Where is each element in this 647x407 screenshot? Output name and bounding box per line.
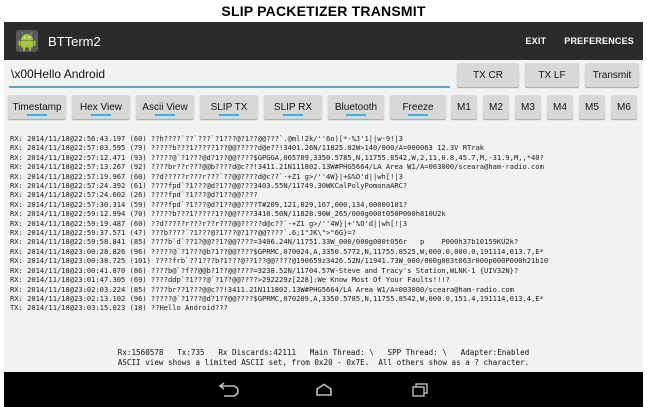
macro-m6-label: M6	[617, 101, 631, 113]
macro-m4-button[interactable]: M4	[547, 95, 573, 119]
ascii-view-toggle[interactable]: Ascii View	[136, 95, 194, 119]
slip-tx-label: SLIP TX	[210, 101, 248, 113]
message-input[interactable]	[9, 62, 450, 88]
macro-m5-button[interactable]: M5	[579, 95, 605, 119]
recents-icon[interactable]	[407, 382, 433, 398]
toggle-indicator	[155, 114, 175, 116]
log-line: RX: 2014/11/18@22:59:58.841 (85) ????b`d…	[10, 237, 519, 247]
log-line: RX: 2014/11/18@22:57:24.392 (61) ????fpd…	[10, 181, 408, 191]
toggle-indicator	[346, 114, 366, 116]
toggle-indicator	[283, 114, 303, 116]
log-line: RX: 2014/11/18@22:57:30.314 (59) ????fpd…	[10, 199, 408, 209]
navigation-bar	[4, 372, 643, 407]
app-window: BTTerm2 EXIT PREFERENCES TX CR TX LF Tra…	[4, 22, 643, 407]
log-line: RX: 2014/11/18@22:59:37.571 (47) ???b???…	[10, 228, 356, 238]
ascii-view-label: Ascii View	[142, 101, 188, 113]
log-line: RX: 2014/11/18@23:01:47.305 (69) ????ddp…	[10, 275, 450, 285]
toggle-row: Timestamp Hex View Ascii View SLIP TX SL…	[4, 95, 643, 125]
macro-m3-button[interactable]: M3	[515, 95, 541, 119]
preferences-button[interactable]: PREFERENCES	[555, 36, 643, 46]
slip-rx-label: SLIP RX	[273, 101, 313, 113]
log-line: RX: 2014/11/18@23:00:28.826 (96) ?????@`…	[10, 246, 544, 256]
bluetooth-label: Bluetooth	[334, 101, 378, 113]
transmit-row: TX CR TX LF Transmit	[4, 62, 643, 90]
slip-rx-toggle[interactable]: SLIP RX	[264, 95, 322, 119]
bluetooth-toggle[interactable]: Bluetooth	[328, 95, 384, 119]
tx-lf-label: TX LF	[538, 69, 566, 81]
timestamp-toggle[interactable]: Timestamp	[8, 95, 66, 119]
hex-view-label: Hex View	[79, 101, 123, 113]
macro-m6-button[interactable]: M6	[611, 95, 637, 119]
toggle-indicator	[27, 114, 47, 116]
toggle-indicator	[91, 114, 111, 116]
transmit-button[interactable]: Transmit	[585, 63, 639, 87]
home-icon[interactable]	[311, 382, 337, 398]
macro-m2-label: M2	[489, 101, 503, 113]
figure-caption: SLIP PACKETIZER TRANSMIT	[221, 3, 426, 19]
freeze-label: Freeze	[402, 101, 434, 113]
tx-cr-label: TX CR	[473, 69, 503, 81]
action-bar: BTTerm2 EXIT PREFERENCES	[4, 22, 643, 60]
transmit-label: Transmit	[592, 69, 632, 81]
log-line: RX: 2014/11/18@22:56:43.197 (60) ??h????…	[10, 134, 403, 143]
status-note: ASCII view shows a limited ASCII set, fr…	[117, 358, 530, 367]
status-counters: Rx:1560578 Tx:735 Rx Discards:42111 Main…	[117, 348, 530, 357]
timestamp-label: Timestamp	[12, 101, 62, 113]
log-line: RX: 2014/11/18@22:57:03.595 (79) ?????b?…	[10, 143, 485, 153]
macro-m4-label: M4	[553, 101, 567, 113]
log-line: TX: 2014/11/18@23:03:15.023 (18) ??Hello…	[10, 303, 228, 313]
toggle-indicator	[408, 114, 428, 116]
status-panel: Rx:1560578 Tx:735 Rx Discards:42111 Main…	[4, 348, 643, 370]
app-title: BTTerm2	[48, 33, 101, 49]
log-line: RX: 2014/11/18@22:57:13.267 (92) ????br?…	[10, 162, 544, 172]
exit-button[interactable]: EXIT	[516, 36, 555, 46]
freeze-toggle[interactable]: Freeze	[390, 95, 446, 119]
log-line: RX: 2014/11/18@22:57:24.602 (26) ????fpd…	[10, 190, 258, 200]
macro-m3-label: M3	[521, 101, 535, 113]
log-line: RX: 2014/11/18@22:57:12.471 (93) ?????@`…	[10, 152, 544, 162]
log-line: RX: 2014/11/18@22:59:12.994 (70) ?????b?…	[10, 209, 446, 219]
macro-m5-label: M5	[585, 101, 599, 113]
toggle-indicator	[219, 114, 239, 116]
tx-lf-button[interactable]: TX LF	[525, 63, 579, 87]
hex-view-toggle[interactable]: Hex View	[72, 95, 130, 119]
android-icon	[16, 30, 38, 52]
terminal-log[interactable]: RX: 2014/11/18@22:56:43.197 (60) ??h????…	[10, 134, 641, 340]
slip-tx-toggle[interactable]: SLIP TX	[200, 95, 258, 119]
log-line: RX: 2014/11/18@23:00:41.870 (86) ????b@`…	[10, 265, 519, 275]
macro-m1-button[interactable]: M1	[451, 95, 477, 119]
tx-cr-button[interactable]: TX CR	[457, 63, 519, 87]
log-line: RX: 2014/11/18@22:59:19.487 (60) ??d????…	[10, 218, 408, 228]
macro-m1-label: M1	[457, 101, 471, 113]
log-line: RX: 2014/11/18@23:00:38.725 (101) ????fr…	[10, 256, 549, 266]
log-line: RX: 2014/11/18@23:02:13.102 (96) ?????@`…	[10, 293, 544, 303]
back-icon[interactable]	[215, 381, 241, 398]
log-line: RX: 2014/11/18@22:57:19.967 (60) ??d????…	[10, 171, 403, 181]
log-line: RX: 2014/11/18@23:02:03.224 (85) ????br?…	[10, 284, 514, 294]
macro-m2-button[interactable]: M2	[483, 95, 509, 119]
